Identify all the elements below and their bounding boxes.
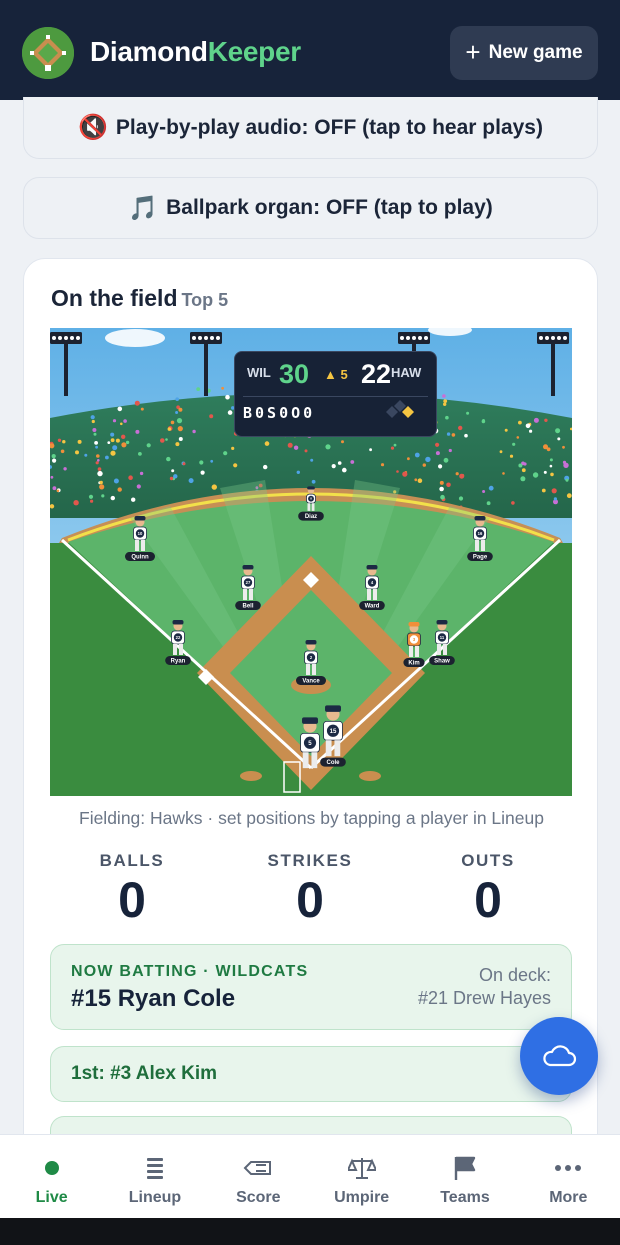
- player-number: 27: [246, 580, 251, 585]
- strikes-value: 0: [296, 872, 324, 928]
- cloud-sync-button[interactable]: [520, 1017, 598, 1095]
- player-name-tag: Quinn: [131, 555, 149, 561]
- balls-value: 0: [118, 872, 146, 928]
- balls-label: BALLS: [99, 851, 165, 870]
- organ-toggle-label: Ballpark organ: OFF (tap to play): [166, 196, 493, 219]
- home-team-abbr: HAW: [391, 365, 422, 380]
- scoreboard-count: B0S0O0: [243, 404, 316, 422]
- card-title: On the field Top 5: [51, 285, 229, 311]
- logo-icon: [22, 27, 74, 79]
- outs-label: OUTS: [461, 851, 515, 870]
- nav-more[interactable]: More: [517, 1135, 620, 1218]
- audio-toggle-label: Play-by-play audio: OFF (tap to hear pla…: [115, 115, 543, 139]
- player-number: 22: [176, 635, 181, 640]
- nav-label: Lineup: [128, 1189, 182, 1206]
- nav-label: Live: [35, 1189, 68, 1206]
- inning-indicator: ▲ 5: [324, 367, 348, 382]
- current-batter: #15 Ryan Cole: [71, 985, 236, 1012]
- player-name-tag: Diaz: [305, 514, 317, 520]
- runner-first-base[interactable]: 1st: #3 Alex Kim: [50, 1046, 572, 1102]
- nav-label: Score: [236, 1189, 281, 1206]
- player-name-tag: Vance: [302, 679, 320, 685]
- scales-icon: [347, 1153, 376, 1183]
- on-deck-batter: #21 Drew Hayes: [417, 988, 551, 1008]
- more-dots-icon: [555, 1153, 582, 1183]
- music-notes-icon: 🎵: [128, 194, 159, 222]
- field-diagram: 8 Diaz 10 Quinn 16 Page 27 Bell 4 Ward 22 Ryan 2 Vanc…: [50, 328, 572, 796]
- inning-label: Top 5: [181, 290, 229, 310]
- plus-icon: +: [465, 37, 481, 67]
- system-navigation-bar: [0, 1218, 620, 1245]
- organ-toggle[interactable]: 🎵 Ballpark organ: OFF (tap to play): [23, 177, 598, 239]
- player-number: 15: [330, 728, 337, 735]
- player-name-tag: Cole: [326, 760, 340, 766]
- home-score: 22: [361, 359, 392, 389]
- pencil-icon: [242, 1153, 274, 1183]
- strikes-counter: STRIKES 0: [230, 851, 390, 925]
- fielding-note: Fielding: Hawks · set positions by tappi…: [79, 808, 544, 828]
- balls-counter: BALLS 0: [52, 851, 212, 925]
- new-game-label: New game: [488, 42, 583, 63]
- outs-counter: OUTS 0: [408, 851, 568, 925]
- new-game-button[interactable]: + New game: [450, 26, 598, 80]
- outs-value: 0: [474, 872, 502, 928]
- nav-label: Teams: [440, 1189, 490, 1206]
- muted-speaker-icon: 🔇: [78, 114, 108, 141]
- audio-toggle[interactable]: 🔇 Play-by-play audio: OFF (tap to hear p…: [23, 97, 598, 159]
- list-icon: [145, 1153, 165, 1183]
- on-the-field-card: On the field Top 5 8 Diaz 10 Quinn 16 Pa…: [23, 258, 598, 1158]
- player-name-tag: Ward: [365, 604, 380, 610]
- scoreboard: WIL 30 ▲ 5 22 HAW B0S0O0: [234, 351, 437, 437]
- app-title: DiamondKeeper: [90, 36, 301, 67]
- away-score: 30: [279, 359, 310, 389]
- nav-score[interactable]: Score: [207, 1135, 310, 1218]
- base-runners-icon: [386, 400, 414, 418]
- player-name-tag: Kim: [408, 661, 419, 667]
- player-name-tag: Bell: [242, 604, 253, 610]
- player-number: 11: [440, 635, 445, 640]
- on-deck-label: On deck:: [478, 965, 551, 985]
- player-name-tag: Page: [473, 555, 488, 561]
- scoreboard-divider: [243, 396, 428, 397]
- nav-teams[interactable]: Teams: [413, 1135, 516, 1218]
- live-dot-icon: [43, 1153, 61, 1183]
- player-number: 10: [138, 531, 143, 536]
- away-team-abbr: WIL: [247, 365, 271, 380]
- now-batting-panel[interactable]: NOW BATTING · WILDCATS #15 Ryan Cole On …: [50, 944, 572, 1030]
- nav-live[interactable]: Live: [0, 1135, 103, 1218]
- flag-icon: [453, 1153, 477, 1183]
- player-number: 16: [478, 531, 483, 536]
- app-header: DiamondKeeper + New game: [0, 0, 620, 100]
- nav-label: Umpire: [334, 1189, 390, 1206]
- cloud-icon: [543, 1045, 577, 1067]
- nav-label: More: [549, 1189, 588, 1206]
- nav-lineup[interactable]: Lineup: [103, 1135, 206, 1218]
- player-name-tag: Ryan: [171, 659, 186, 665]
- bottom-nav: Live Lineup Score Umpire Teams More: [0, 1134, 620, 1218]
- nav-umpire[interactable]: Umpire: [310, 1135, 413, 1218]
- strikes-label: STRIKES: [267, 851, 353, 870]
- player-name-tag: Shaw: [434, 659, 450, 665]
- now-batting-kicker: NOW BATTING · WILDCATS: [71, 963, 309, 980]
